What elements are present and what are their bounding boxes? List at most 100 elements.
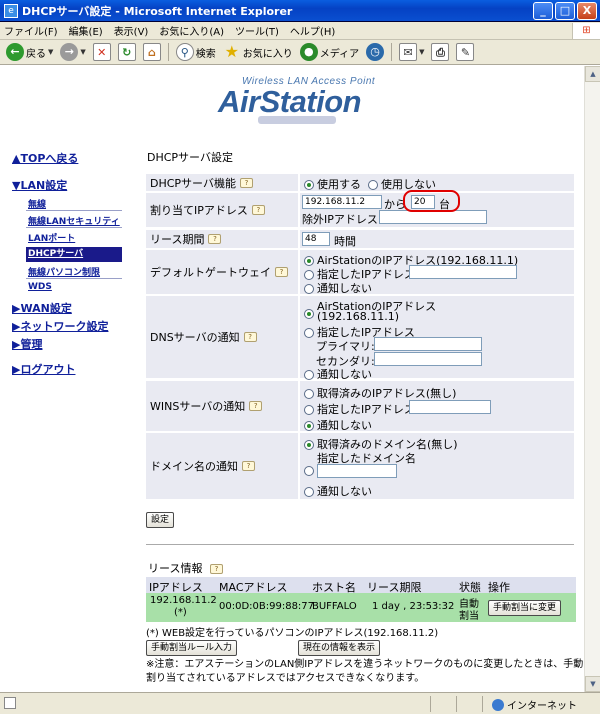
wins-specified-label: 指定したIPアドレス bbox=[317, 403, 415, 416]
menu-tools[interactable]: ツール(T) bbox=[235, 23, 279, 38]
lease-mac: 00:0D:0B:99:88:77 bbox=[219, 601, 315, 612]
lease-info-title-text: リース情報 bbox=[148, 562, 203, 575]
dns-radio-none[interactable] bbox=[304, 370, 314, 380]
window-title: DHCPサーバ設定 - Microsoft Internet Explorer bbox=[22, 4, 293, 18]
help-icon[interactable]: ? bbox=[249, 401, 263, 411]
domain-option-none[interactable]: 通知しない bbox=[304, 483, 372, 499]
security-zone: インターネット bbox=[492, 697, 577, 712]
gateway-radio-airstation[interactable] bbox=[304, 256, 314, 266]
dns-primary-input[interactable] bbox=[374, 337, 482, 351]
sidebar-item-dhcp-server[interactable]: DHCPサーバ bbox=[26, 247, 122, 262]
close-button[interactable]: X bbox=[577, 1, 597, 20]
edit-button[interactable]: ✎ bbox=[454, 41, 476, 63]
gateway-radio-none[interactable] bbox=[304, 284, 314, 294]
nav-lan[interactable]: ▼LAN設定 bbox=[12, 177, 67, 193]
menu-file[interactable]: ファイル(F) bbox=[4, 23, 58, 38]
gateway-ip-input[interactable] bbox=[409, 265, 517, 279]
show-current-button[interactable]: 現在の情報を表示 bbox=[298, 640, 381, 656]
dhcp-enable-option[interactable]: 使用する bbox=[304, 176, 361, 192]
back-label: 戻る bbox=[26, 48, 46, 60]
nav-network[interactable]: ▶ネットワーク設定 bbox=[12, 318, 108, 334]
dns-option-none[interactable]: 通知しない bbox=[304, 366, 372, 382]
help-icon[interactable]: ? bbox=[243, 332, 257, 342]
wins-none-label: 通知しない bbox=[317, 419, 372, 432]
vertical-scrollbar[interactable]: ▲ ▼ bbox=[584, 66, 600, 692]
stop-button[interactable]: ✕ bbox=[91, 41, 113, 63]
wins-label: WINSサーバの通知 bbox=[150, 400, 246, 413]
wins-radio-acquired[interactable] bbox=[304, 389, 314, 399]
manual-rule-button[interactable]: 手動割当ルール入力 bbox=[146, 640, 238, 656]
media-button[interactable]: ● メディア bbox=[298, 41, 361, 63]
sidebar-item-wireless-pc-limit[interactable]: 無線パソコン制限 bbox=[28, 265, 100, 278]
model-name-blurred bbox=[258, 116, 336, 124]
menu-edit[interactable]: 編集(E) bbox=[69, 23, 103, 38]
menu-view[interactable]: 表示(V) bbox=[114, 23, 149, 38]
menu-favorites[interactable]: お気に入り(A) bbox=[159, 23, 224, 38]
wins-option-specified[interactable]: 指定したIPアドレス bbox=[304, 401, 415, 417]
domain-radio-specified[interactable] bbox=[304, 466, 314, 476]
sidebar-item-wireless[interactable]: 無線 bbox=[28, 197, 46, 210]
lease-label: リース期間 bbox=[150, 233, 205, 246]
nav-top[interactable]: ▲TOPへ戻る bbox=[12, 150, 78, 166]
gateway-radio-specified[interactable] bbox=[304, 270, 314, 280]
nav-wan[interactable]: ▶WAN設定 bbox=[12, 300, 72, 316]
scroll-up-icon[interactable]: ▲ bbox=[585, 66, 600, 82]
window-titlebar: e DHCPサーバ設定 - Microsoft Internet Explore… bbox=[0, 0, 600, 22]
row-assign-ip: 割り当てIPアドレス ? 192.168.11.2 から 20 台 除外IPアド… bbox=[146, 193, 574, 227]
forward-button[interactable]: → ▼ bbox=[58, 41, 87, 63]
sidebar-item-wireless-security[interactable]: 無線LANセキュリティ bbox=[28, 214, 120, 227]
start-ip-input[interactable]: 192.168.11.2 bbox=[302, 195, 382, 209]
submit-button[interactable]: 設定 bbox=[146, 512, 175, 528]
page-content: Wireless LAN Access Point AirStation ▲TO… bbox=[0, 66, 584, 692]
domain-radio-none[interactable] bbox=[304, 487, 314, 497]
nav-admin[interactable]: ▶管理 bbox=[12, 336, 42, 352]
sidebar-item-wds[interactable]: WDS bbox=[28, 282, 52, 292]
dns-secondary-input[interactable] bbox=[374, 352, 482, 366]
wins-radio-specified[interactable] bbox=[304, 405, 314, 415]
home-button[interactable]: ⌂ bbox=[141, 41, 163, 63]
help-icon[interactable]: ? bbox=[242, 461, 255, 471]
dns-radio-specified[interactable] bbox=[304, 328, 314, 338]
domain-name-input[interactable] bbox=[317, 464, 397, 478]
help-icon[interactable]: ? bbox=[209, 564, 223, 574]
lease-unit: 時間 bbox=[334, 235, 356, 248]
domain-radio-acquired[interactable] bbox=[304, 440, 314, 450]
gateway-option-none[interactable]: 通知しない bbox=[304, 280, 372, 296]
dhcp-enable-radio[interactable] bbox=[304, 180, 314, 190]
scroll-down-icon[interactable]: ▼ bbox=[585, 676, 600, 692]
nav-logout[interactable]: ▶ログアウト bbox=[12, 361, 75, 377]
dhcp-function-label: DHCPサーバ機能 bbox=[150, 176, 236, 190]
back-button[interactable]: ← 戻る ▼ bbox=[4, 41, 55, 63]
help-icon[interactable]: ? bbox=[251, 205, 265, 215]
exclude-ip-input[interactable] bbox=[379, 210, 487, 224]
mail-button[interactable]: ✉ ▼ bbox=[397, 41, 426, 63]
wins-ip-input[interactable] bbox=[409, 400, 491, 414]
menu-help[interactable]: ヘルプ(H) bbox=[290, 23, 335, 38]
domain-label: ドメイン名の通知 bbox=[150, 460, 238, 473]
change-to-manual-button[interactable]: 手動割当に変更 bbox=[488, 600, 562, 616]
dhcp-disable-radio[interactable] bbox=[368, 180, 378, 190]
help-icon[interactable]: ? bbox=[208, 234, 222, 244]
wins-acquired-label: 取得済みのIPアドレス(無し) bbox=[317, 387, 457, 400]
value-cell: AirStationのIPアドレス(192.168.11.1) 指定したIPアド… bbox=[300, 250, 574, 296]
wins-radio-none[interactable] bbox=[304, 421, 314, 431]
minimize-button[interactable]: _ bbox=[533, 1, 553, 20]
history-button[interactable]: ◷ bbox=[364, 41, 386, 63]
maximize-button[interactable]: □ bbox=[555, 1, 575, 20]
web-pc-note: (*) WEB設定を行っているパソコンのIPアドレス(192.168.11.2) bbox=[146, 628, 439, 639]
windows-logo-icon: ⊞ bbox=[572, 22, 600, 39]
wins-option-acquired[interactable]: 取得済みのIPアドレス(無し) bbox=[304, 385, 456, 401]
sidebar-item-lan-port[interactable]: LANポート bbox=[28, 231, 75, 244]
mail-icon: ✉ bbox=[399, 43, 418, 61]
forward-arrow-icon: → bbox=[60, 43, 79, 61]
dns-radio-airstation[interactable] bbox=[304, 309, 314, 319]
print-button[interactable]: ⎙ bbox=[429, 41, 451, 63]
refresh-button[interactable]: ↻ bbox=[116, 41, 138, 63]
help-icon[interactable]: ? bbox=[275, 267, 288, 277]
dns-airstation-address: (192.168.11.1) bbox=[317, 310, 400, 323]
lease-input[interactable]: 48 bbox=[302, 232, 330, 246]
search-button[interactable]: ⚲ 検索 bbox=[174, 41, 218, 63]
favorites-button[interactable]: ★ お気に入り bbox=[221, 41, 295, 63]
help-icon[interactable]: ? bbox=[239, 177, 253, 188]
wins-option-none[interactable]: 通知しない bbox=[304, 417, 372, 433]
